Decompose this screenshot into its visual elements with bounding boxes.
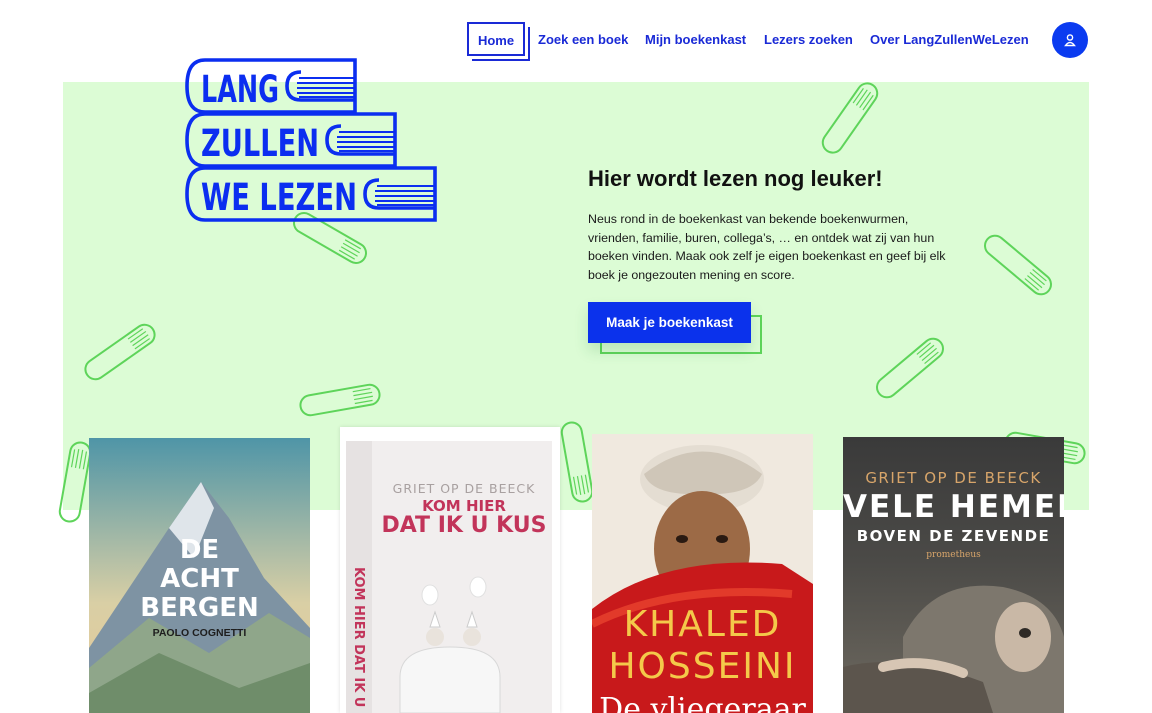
book-title-line: ACHT [160,564,239,594]
book-cover-de-acht-bergen[interactable]: DE ACHT BERGEN PAOLO COGNETTI [89,438,310,713]
book-title-line: BOVEN DE ZEVENDE [856,527,1051,545]
nav-about[interactable]: Over LangZullenWeLezen [870,32,1029,47]
nav-search-book[interactable]: Zoek een boek [538,32,628,47]
user-account-button[interactable] [1052,22,1088,58]
book-cover-de-vliegeraar[interactable]: KHALED HOSSEINI De vliegeraar [592,434,813,713]
cover-illustration [340,427,560,713]
nav-home[interactable]: Home [467,22,525,56]
book-title-line: DAT IK U KUS [381,513,547,538]
book-cover-vele-hemels[interactable]: GRIET OP DE BEECK VELE HEMELS BOVEN DE Z… [843,437,1064,713]
book-title-line: DE [179,535,220,565]
book-publisher: prometheus [926,550,981,560]
hero-description: Neus rond in de boekenkast van bekende b… [588,212,946,282]
top-navigation: Home Zoek een boek Mijn boekenkast Lezer… [0,22,1152,62]
book-cover-kom-hier-dat-ik-u-kus[interactable]: GRIET OP DE BEECK KOM HIER DAT IK U KUS … [340,427,560,713]
hero-title: Hier wordt lezen nog leuker! [588,166,883,191]
logo-word-we-lezen: WE LEZEN [201,176,357,219]
book-title: De vliegeraar [599,692,806,713]
book-author-line: KHALED [623,604,782,645]
nav-my-bookshelf[interactable]: Mijn boekenkast [645,32,746,47]
user-icon [1064,34,1076,47]
book-author: GRIET OP DE BEECK [865,469,1042,487]
nav-find-readers[interactable]: Lezers zoeken [764,32,853,47]
book-title-line: BERGEN [140,593,259,623]
make-bookshelf-button[interactable]: Maak je boekenkast [588,302,751,343]
book-author: PAOLO COGNETTI [152,627,247,639]
site-logo[interactable]: LANG ZULLEN WE LEZEN [183,57,439,225]
book-spine-title: KOM HIER DAT IK U KUS [351,567,366,713]
logo-word-zullen: ZULLEN [201,122,319,165]
book-author-line: HOSSEINI [608,646,797,687]
logo-word-lang: LANG [201,68,279,111]
book-title-line: VELE HEMELS [843,489,1064,525]
book-author: GRIET OP DE BEECK [392,481,536,496]
cta-container: Maak je boekenkast [588,302,764,356]
